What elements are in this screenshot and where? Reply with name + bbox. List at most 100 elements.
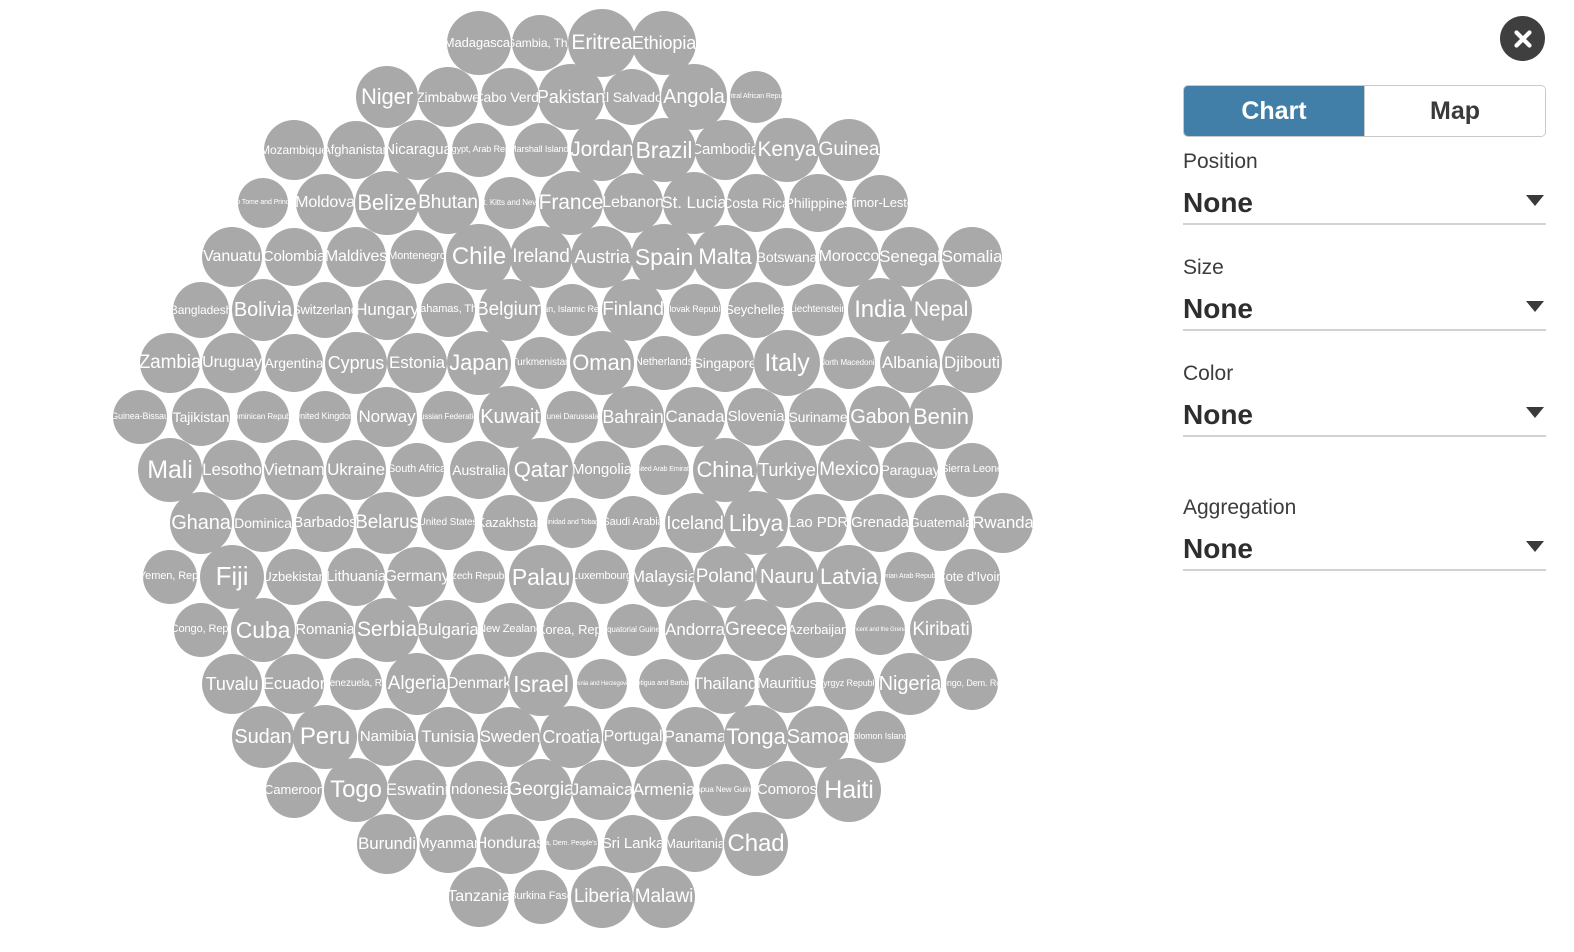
- bubble-united-kingdom[interactable]: United Kingdom: [299, 391, 351, 443]
- bubble-bahamas-the[interactable]: Bahamas, The: [421, 283, 475, 337]
- bubble-paraguay[interactable]: Paraguay: [882, 442, 938, 498]
- bubble-mongolia[interactable]: Mongolia: [573, 441, 631, 499]
- bubble-senegal[interactable]: Senegal: [880, 227, 940, 287]
- bubble-congo-dem-rep[interactable]: Congo, Dem. Rep.: [946, 658, 998, 710]
- bubble-montenegro[interactable]: Montenegro: [390, 230, 444, 284]
- bubble-somalia[interactable]: Somalia: [942, 227, 1002, 287]
- bubble-japan[interactable]: Japan: [447, 331, 511, 395]
- bubble-tanzania[interactable]: Tanzania: [449, 867, 509, 927]
- bubble-lao-pdr[interactable]: Lao PDR: [789, 494, 847, 552]
- close-button[interactable]: [1500, 16, 1545, 61]
- bubble-timor-leste[interactable]: Timor-Leste: [852, 175, 908, 231]
- bubble-lebanon[interactable]: Lebanon: [603, 173, 663, 233]
- bubble-cote-d-ivoire[interactable]: Cote d'Ivoire: [944, 549, 1000, 605]
- bubble-south-africa[interactable]: South Africa: [390, 443, 444, 497]
- bubble-thailand[interactable]: Thailand: [695, 654, 755, 714]
- bubble-north-macedonia[interactable]: North Macedonia: [823, 337, 875, 389]
- bubble-uruguay[interactable]: Uruguay: [202, 333, 262, 393]
- bubble-russian-federation[interactable]: Russian Federation: [422, 391, 474, 443]
- bubble-turkmenistan[interactable]: Turkmenistan: [515, 337, 567, 389]
- bubble-mauritius[interactable]: Mauritius: [758, 655, 816, 713]
- bubble-guatemala[interactable]: Guatemala: [913, 495, 969, 551]
- bubble-united-arab-emirates[interactable]: United Arab Emirates: [639, 445, 689, 495]
- bubble-marshall-islands[interactable]: Marshall Islands: [514, 123, 568, 177]
- bubble-denmark[interactable]: Denmark: [449, 654, 509, 714]
- bubble-romania[interactable]: Romania: [296, 601, 354, 659]
- bubble-nepal[interactable]: Nepal: [910, 279, 972, 341]
- bubble-liechtenstein[interactable]: Liechtenstein: [792, 284, 844, 336]
- bubble-st-vincent-and-the-grenadines[interactable]: St. Vincent and the Grenadines: [855, 605, 905, 655]
- bubble-palau[interactable]: Palau: [509, 545, 573, 609]
- bubble-ireland[interactable]: Ireland: [510, 226, 572, 288]
- bubble-italy[interactable]: Italy: [754, 330, 820, 396]
- bubble-vanuatu[interactable]: Vanuatu: [202, 227, 262, 287]
- bubble-andorra[interactable]: Andorra: [665, 600, 725, 660]
- bubble-iran-islamic-rep[interactable]: Iran, Islamic Rep.: [546, 284, 598, 336]
- view-mode-toggle[interactable]: Chart Map: [1183, 85, 1546, 137]
- bubble-vietnam[interactable]: Vietnam: [264, 440, 324, 500]
- bubble-turkiye[interactable]: Turkiye: [757, 440, 817, 500]
- bubble-sweden[interactable]: Sweden: [480, 707, 540, 767]
- bubble-georgia[interactable]: Georgia: [510, 759, 572, 821]
- bubble-azerbaijan[interactable]: Azerbaijan: [790, 602, 846, 658]
- bubble-morocco[interactable]: Morocco: [819, 227, 879, 287]
- bubble-belarus[interactable]: Belarus: [356, 492, 418, 554]
- bubble-tonga[interactable]: Tonga: [724, 705, 788, 769]
- bubble-armenia[interactable]: Armenia: [634, 760, 694, 820]
- bubble-botswana[interactable]: Botswana: [758, 228, 816, 286]
- bubble-sri-lanka[interactable]: Sri Lanka: [604, 815, 662, 873]
- bubble-bulgaria[interactable]: Bulgaria: [418, 600, 478, 660]
- bubble-madagascar[interactable]: Madagascar: [447, 11, 511, 75]
- bubble-sudan[interactable]: Sudan: [232, 706, 294, 768]
- bubble-luxembourg[interactable]: Luxembourg: [575, 550, 629, 604]
- bubble-malta[interactable]: Malta: [693, 225, 757, 289]
- bubble-equatorial-guinea[interactable]: Equatorial Guinea: [607, 604, 659, 656]
- bubble-gambia-the[interactable]: Gambia, The: [512, 15, 568, 71]
- bubble-suriname[interactable]: Suriname: [789, 388, 847, 446]
- bubble-ukraine[interactable]: Ukraine: [326, 440, 386, 500]
- bubble-korea-dem-people-s-rep[interactable]: Korea, Dem. People's Rep.: [546, 818, 598, 870]
- bubble-rwanda[interactable]: Rwanda: [973, 493, 1033, 553]
- bubble-oman[interactable]: Oman: [570, 331, 634, 395]
- bubble-moldova[interactable]: Moldova: [296, 174, 354, 232]
- bubble-burkina-faso[interactable]: Burkina Faso: [514, 870, 568, 924]
- bubble-argentina[interactable]: Argentina: [265, 334, 323, 392]
- bubble-liberia[interactable]: Liberia: [571, 866, 633, 928]
- bubble-iceland[interactable]: Iceland: [665, 493, 725, 553]
- bubble-kazakhstan[interactable]: Kazakhstan: [482, 495, 538, 551]
- bubble-maldives[interactable]: Maldives: [326, 227, 386, 287]
- bubble-libya[interactable]: Libya: [724, 491, 788, 555]
- bubble-guinea[interactable]: Guinea: [818, 119, 880, 181]
- bubble-kiribati[interactable]: Kiribati: [910, 599, 972, 661]
- bubble-bolivia[interactable]: Bolivia: [232, 279, 294, 341]
- bubble-lesotho[interactable]: Lesotho: [202, 440, 262, 500]
- bubble-kyrgyz-republic[interactable]: Kyrgyz Republic: [823, 658, 875, 710]
- bubble-united-states[interactable]: United States: [421, 496, 475, 550]
- bubble-greece[interactable]: Greece: [725, 599, 787, 661]
- bubble-albania[interactable]: Albania: [880, 333, 940, 393]
- bubble-cambodia[interactable]: Cambodia: [695, 120, 755, 180]
- bubble-slovenia[interactable]: Slovenia: [727, 388, 785, 446]
- bubble-ecuador[interactable]: Ecuador: [264, 654, 324, 714]
- bubble-burundi[interactable]: Burundi: [357, 814, 417, 874]
- bubble-seychelles[interactable]: Seychelles: [728, 282, 784, 338]
- bubble-nauru[interactable]: Nauru: [756, 546, 818, 608]
- bubble-panama[interactable]: Panama: [665, 707, 725, 767]
- bubble-kenya[interactable]: Kenya: [755, 118, 819, 182]
- bubble-korea-rep[interactable]: Korea, Rep.: [543, 602, 599, 658]
- bubble-colombia[interactable]: Colombia: [265, 228, 323, 286]
- bubble-comoros[interactable]: Comoros: [758, 761, 816, 819]
- bubble-tuvalu[interactable]: Tuvalu: [202, 654, 262, 714]
- bubble-cyprus[interactable]: Cyprus: [325, 332, 387, 394]
- bubble-tajikistan[interactable]: Tajikistan: [172, 388, 230, 446]
- bubble-solomon-islands[interactable]: Solomon Islands: [854, 711, 906, 763]
- bubble-czech-republic[interactable]: Czech Republic: [453, 551, 505, 603]
- bubble-grenada[interactable]: Grenada: [851, 494, 909, 552]
- bubble-norway[interactable]: Norway: [357, 387, 417, 447]
- bubble-costa-rica[interactable]: Costa Rica: [727, 174, 785, 232]
- bubble-ghana[interactable]: Ghana: [170, 492, 232, 554]
- bubble-canada[interactable]: Canada: [665, 387, 725, 447]
- bubble-germany[interactable]: Germany: [387, 547, 447, 607]
- bubble-zimbabwe[interactable]: Zimbabwe: [418, 67, 478, 127]
- bubble-yemen-rep[interactable]: Yemen, Rep.: [143, 550, 197, 604]
